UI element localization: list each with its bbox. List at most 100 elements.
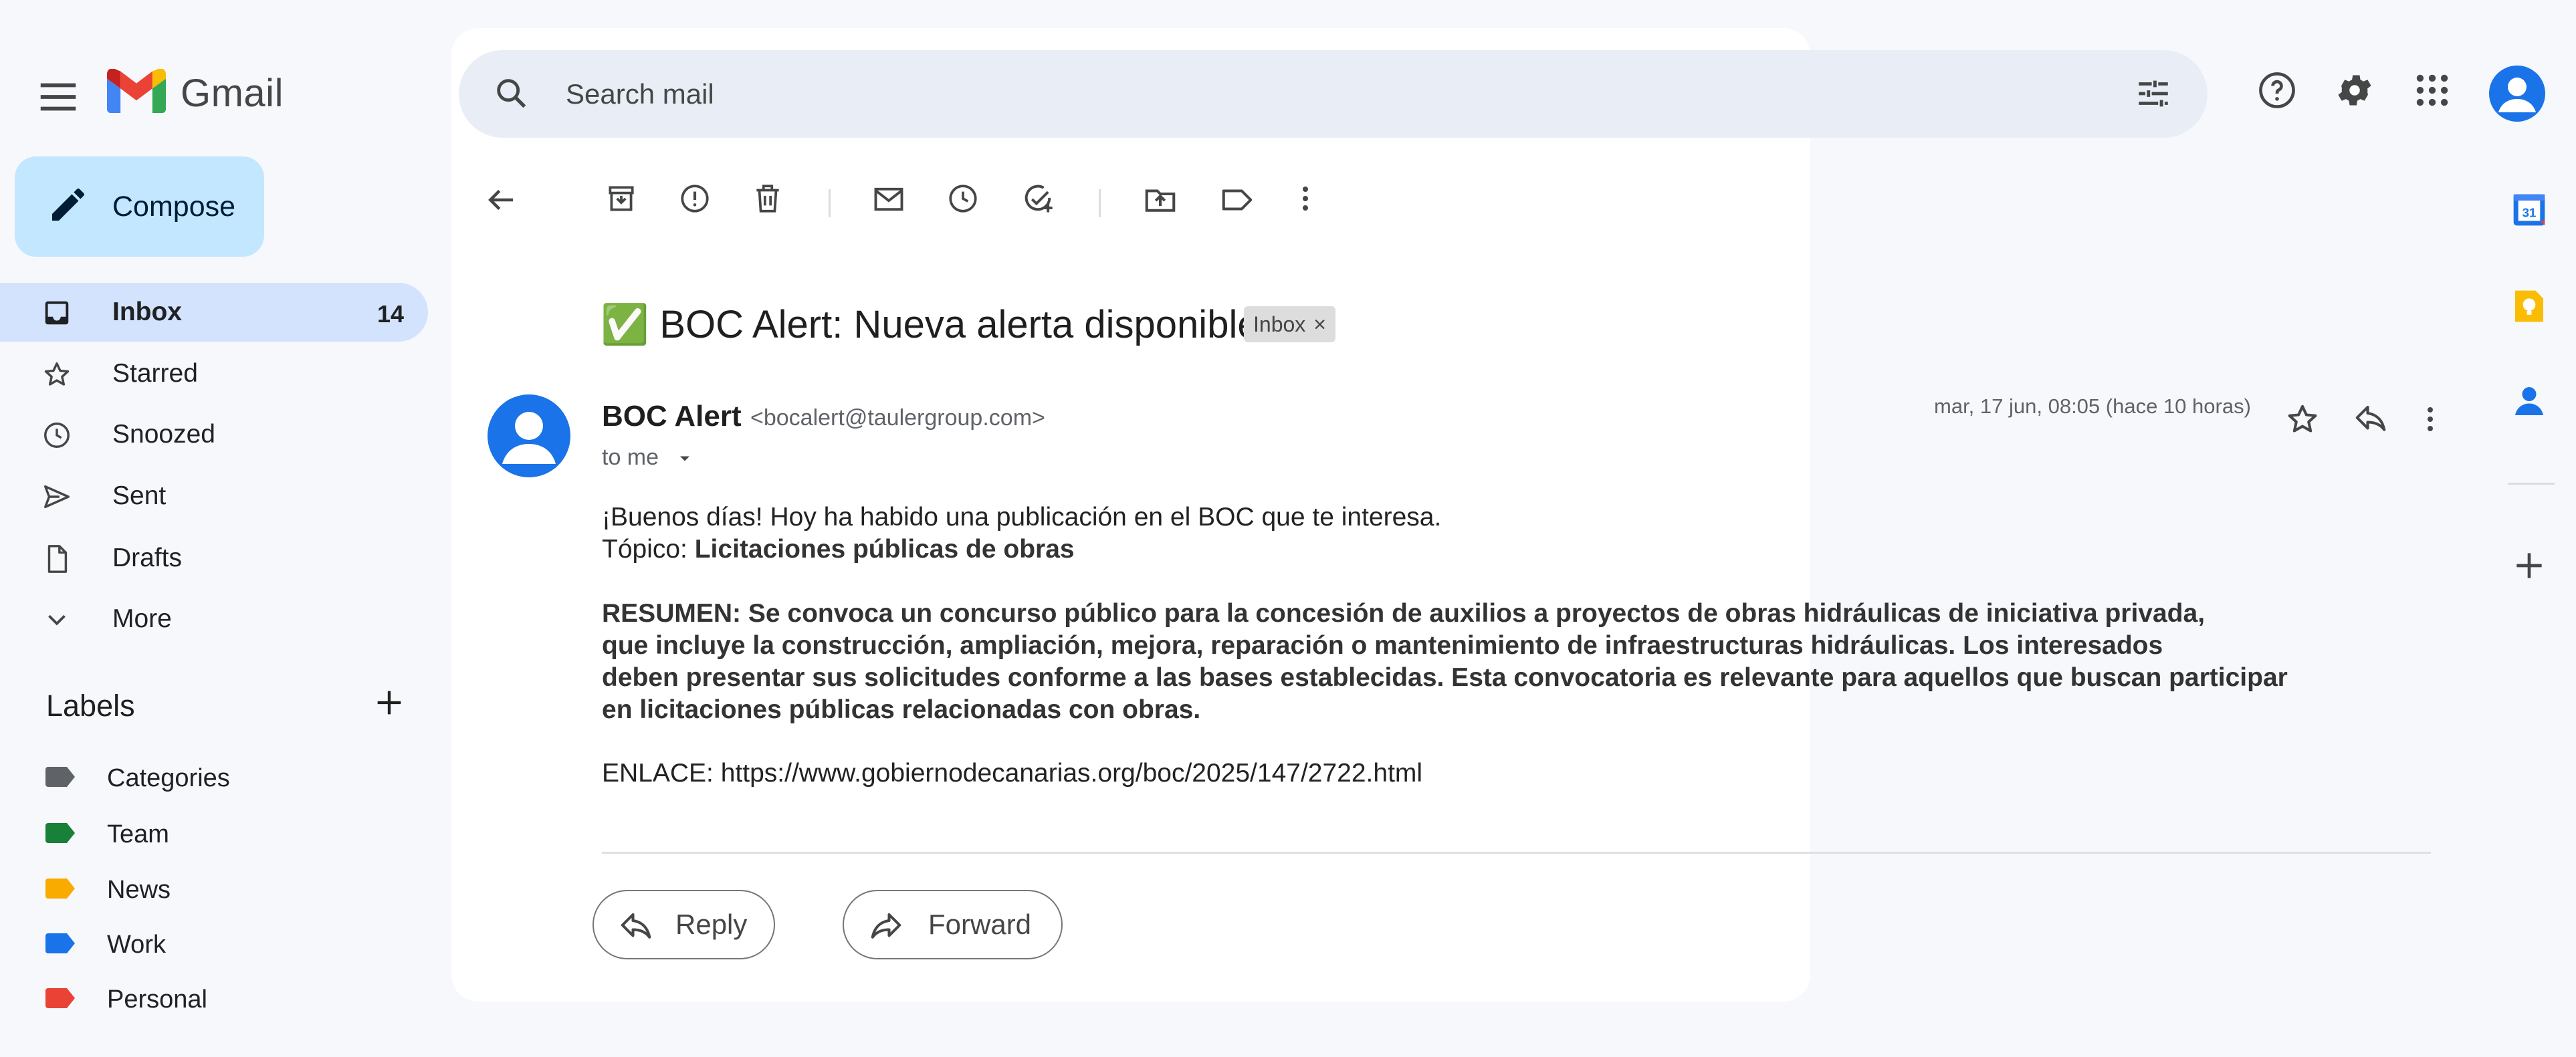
search-options-icon[interactable] (2134, 74, 2173, 113)
summary-line: RESUMEN: Se convoca un concurso público … (602, 599, 2206, 628)
sender-avatar (488, 394, 570, 477)
get-addons-button[interactable] (2510, 547, 2548, 584)
snooze-button[interactable] (946, 182, 980, 215)
task-add-icon (1025, 185, 1053, 213)
label-item-team[interactable]: Team (0, 810, 428, 856)
user-icon (2498, 78, 2536, 112)
chevron-down-icon (41, 604, 72, 635)
apps-grid-icon (2416, 74, 2448, 106)
label-name: Work (107, 931, 166, 959)
nav-item-sent[interactable]: Sent (0, 467, 428, 525)
toolbar-divider (1099, 189, 1101, 217)
back-button[interactable] (483, 182, 519, 218)
main-menu-button[interactable] (35, 74, 82, 120)
nav-item-drafts[interactable]: Drafts (0, 529, 428, 588)
reply-button[interactable]: Reply (593, 890, 775, 959)
label-name: Categories (107, 764, 230, 792)
archive-icon (609, 186, 634, 211)
label-item-work[interactable]: Work (0, 920, 428, 967)
add-to-tasks-button[interactable] (1021, 182, 1055, 217)
nav-label: Inbox (112, 298, 182, 326)
topic-value: Licitaciones públicas de obras (694, 535, 1075, 564)
compose-button[interactable]: Compose (15, 156, 264, 257)
nav-item-snoozed[interactable]: Snoozed (0, 405, 428, 464)
star-button[interactable] (2284, 401, 2321, 437)
mark-unread-button[interactable] (871, 182, 906, 217)
labels-heading: Labels (46, 689, 135, 723)
clock-icon (949, 185, 977, 213)
reply-icon (618, 909, 654, 945)
app-name: Gmail (181, 72, 284, 115)
unread-count: 14 (377, 300, 404, 328)
settings-button[interactable] (2334, 70, 2375, 111)
nav-item-starred[interactable]: Starred (0, 344, 428, 403)
forward-icon (868, 909, 904, 945)
forward-label: Forward (928, 909, 1032, 940)
send-icon (41, 481, 72, 512)
more-vert-icon (1303, 187, 1308, 211)
search-input[interactable]: Search mail (566, 78, 714, 110)
svg-text:31: 31 (2523, 206, 2537, 220)
more-actions-button[interactable] (1289, 182, 1321, 215)
move-to-button[interactable] (1142, 182, 1178, 218)
summary-line: en licitaciones públicas relacionadas co… (602, 695, 1201, 724)
inbox-label-chip[interactable]: Inbox × (1244, 306, 1335, 342)
labels-button[interactable] (1218, 182, 1256, 218)
label-item-personal[interactable]: Personal (0, 975, 428, 1022)
nav-item-more[interactable]: More (0, 590, 428, 649)
contacts-person-icon (2515, 387, 2543, 415)
calendar-app-button[interactable]: 31 (2510, 191, 2548, 229)
plus-icon (2516, 553, 2542, 578)
report-icon (681, 185, 709, 213)
forward-button[interactable]: Forward (843, 890, 1063, 959)
compose-label: Compose (112, 191, 236, 223)
summary-line: deben presentar sus solicitudes conforme… (602, 663, 2288, 692)
email-topic: Tópico: Licitaciones públicas de obras (602, 535, 1075, 564)
inbox-icon (41, 298, 72, 328)
keep-app-button[interactable] (2510, 287, 2548, 325)
nav-label: Drafts (112, 544, 183, 572)
apps-button[interactable] (2411, 70, 2453, 111)
chip-label: Inbox (1253, 312, 1306, 336)
help-button[interactable] (2256, 70, 2298, 111)
star-icon (2288, 404, 2317, 433)
caret-down-icon (680, 456, 689, 461)
reply-label: Reply (675, 909, 748, 940)
gear-icon (2338, 75, 2371, 106)
gmail-logo-icon[interactable] (107, 69, 166, 113)
account-avatar[interactable] (2489, 66, 2545, 122)
sender-email: <bocalert@taulergroup.com> (750, 405, 1045, 431)
more-vert-icon (2428, 407, 2433, 431)
search-bar[interactable]: Search mail (459, 50, 2208, 138)
contacts-app-button[interactable] (2510, 382, 2548, 420)
label-tag-icon (45, 878, 75, 899)
label-tag-icon (45, 823, 75, 843)
report-spam-button[interactable] (678, 182, 712, 215)
recipient-text: to me (602, 445, 659, 470)
star-icon (41, 359, 72, 390)
reply-icon-button[interactable] (2353, 401, 2389, 437)
search-icon[interactable] (492, 74, 531, 113)
delete-button[interactable] (751, 182, 784, 215)
label-item-news[interactable]: News (0, 865, 428, 912)
label-tag-icon (45, 767, 75, 787)
archive-button[interactable] (605, 182, 638, 215)
reply-icon (2355, 405, 2386, 431)
mail-icon (874, 187, 903, 211)
divider (602, 852, 2431, 854)
show-details-button[interactable] (675, 449, 694, 468)
add-label-button[interactable] (372, 685, 407, 720)
label-icon (1222, 189, 1253, 211)
label-item-categories[interactable]: Categories (0, 753, 428, 800)
move-folder-icon (1145, 189, 1176, 212)
sender-name: BOC Alert (602, 400, 742, 433)
remove-label-icon[interactable]: × (1313, 312, 1326, 336)
message-more-button[interactable] (2414, 401, 2446, 437)
calendar-icon: 31 (2513, 194, 2545, 226)
trash-icon (756, 185, 779, 213)
email-link[interactable]: ENLACE: https://www.gobiernodecanarias.o… (602, 759, 1422, 788)
nav-label: Snoozed (112, 420, 215, 449)
email-greeting: ¡Buenos días! Hoy ha habido una publicac… (602, 503, 1442, 532)
email-subject: ✅ BOC Alert: Nueva alerta disponible (601, 302, 1259, 348)
nav-item-inbox[interactable]: Inbox 14 (0, 283, 428, 342)
